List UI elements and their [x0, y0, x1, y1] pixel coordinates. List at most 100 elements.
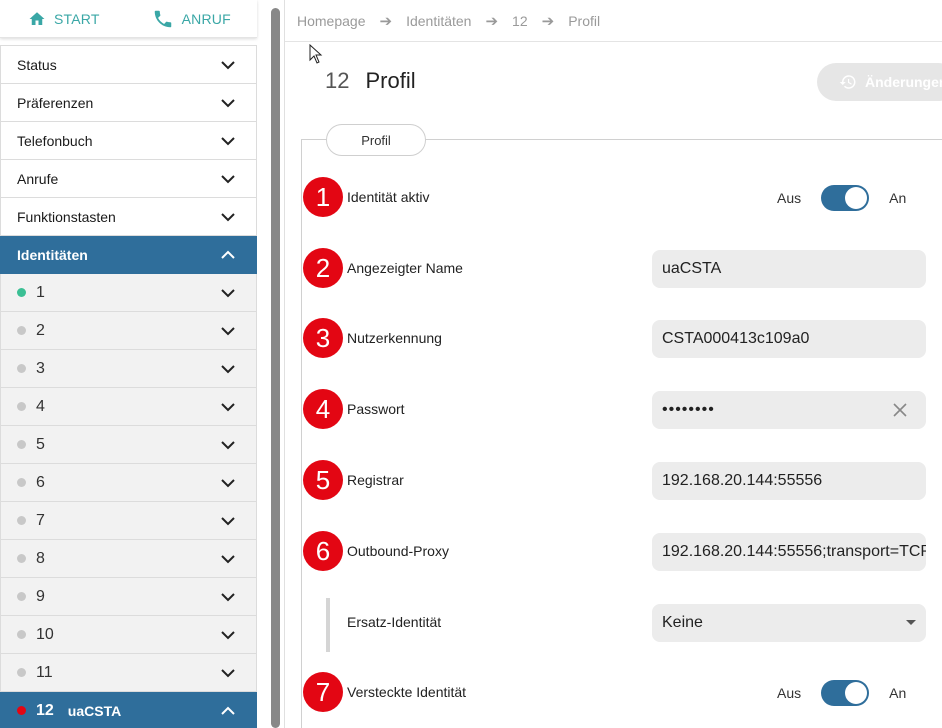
changes-button[interactable]: Änderungen — [817, 63, 942, 101]
changes-button-label: Änderungen — [865, 74, 942, 90]
display-name-label: Angezeigter Name — [347, 260, 463, 276]
call-button[interactable]: ANRUF — [152, 8, 231, 30]
status-dot — [17, 326, 26, 335]
hidden-identity-toggle[interactable] — [821, 680, 870, 706]
chevron-down-icon — [221, 99, 235, 108]
home-icon — [29, 11, 45, 25]
user-id-input[interactable]: CSTA000413c109a0 — [652, 320, 926, 358]
step-badge-3: 3 — [303, 318, 343, 358]
outbound-proxy-input[interactable]: 192.168.20.144:55556;transport=TCP — [652, 533, 926, 571]
chevron-down-icon — [221, 365, 235, 374]
tab-profile[interactable]: Profil — [326, 124, 426, 156]
main-content: Homepage ➔ Identitäten ➔ 12 ➔ Profil 12 … — [284, 0, 942, 728]
arrow-right-icon: ➔ — [541, 12, 555, 30]
row-user-id: 3 Nutzerkennung CSTA000413c109a0 — [302, 318, 942, 358]
identity-number: 8 — [36, 549, 45, 567]
identity-active-toggle[interactable] — [821, 185, 870, 211]
status-dot — [17, 440, 26, 449]
breadcrumb-identities[interactable]: Identitäten — [406, 13, 471, 29]
registrar-label: Registrar — [347, 472, 404, 488]
identity-item-4[interactable]: 4 — [0, 388, 257, 426]
identity-number: 9 — [36, 587, 45, 605]
display-name-input[interactable]: uaCSTA — [652, 250, 926, 288]
password-input[interactable]: •••••••• — [652, 391, 926, 429]
identity-active-toggle-group: Aus An — [777, 185, 906, 211]
call-label: ANRUF — [181, 10, 231, 27]
identity-item-11[interactable]: 11 — [0, 654, 257, 692]
page-title: 12 Profil — [325, 68, 416, 94]
identity-item-9[interactable]: 9 — [0, 578, 257, 616]
identity-active-label: Identität aktiv — [347, 189, 430, 205]
identity-number: 1 — [36, 283, 45, 301]
identity-number: 7 — [36, 511, 45, 529]
chevron-down-icon — [221, 137, 235, 146]
sidebar-item-identitaten[interactable]: Identitäten — [0, 236, 257, 274]
identity-number: 12 — [36, 701, 54, 719]
fallback-identity-select[interactable]: Keine — [652, 604, 926, 642]
identity-name: uaCSTA — [67, 702, 122, 719]
arrow-right-icon: ➔ — [485, 12, 499, 30]
sidebar-item-label: Identitäten — [17, 246, 88, 263]
clear-icon[interactable] — [892, 402, 908, 418]
row-fallback-identity: Ersatz-Identität Keine — [302, 598, 942, 652]
row-outbound-proxy: 6 Outbound-Proxy 192.168.20.144:55556;tr… — [302, 531, 942, 571]
chevron-down-icon — [221, 289, 235, 298]
row-identity-active: 1 Identität aktiv Aus An — [302, 177, 942, 217]
fallback-identity-label: Ersatz-Identität — [347, 614, 442, 630]
hidden-identity-label: Versteckte Identität — [347, 684, 467, 700]
sidebar-item-label: Telefonbuch — [17, 132, 93, 149]
identity-item-10[interactable]: 10 — [0, 616, 257, 654]
chevron-down-icon — [221, 479, 235, 488]
sidebar-item-label: Funktionstasten — [17, 208, 116, 225]
row-hidden-identity: 7 Versteckte Identität Aus An — [302, 672, 942, 712]
toggle-knob — [845, 682, 868, 704]
breadcrumb-identity-id[interactable]: 12 — [512, 13, 528, 29]
identity-item-5[interactable]: 5 — [0, 426, 257, 464]
identity-item-1[interactable]: 1 — [0, 274, 257, 312]
chevron-down-icon — [221, 669, 235, 678]
identity-number: 5 — [36, 435, 45, 453]
sidebar-item-praferenzen[interactable]: Präferenzen — [0, 84, 257, 122]
toggle-on-label: An — [889, 190, 907, 206]
identity-item-7[interactable]: 7 — [0, 502, 257, 540]
step-badge-7: 7 — [303, 672, 343, 712]
sidebar-item-telefonbuch[interactable]: Telefonbuch — [0, 122, 257, 160]
chevron-up-icon — [221, 250, 235, 259]
status-dot — [17, 630, 26, 639]
password-value: •••••••• — [662, 401, 715, 418]
chevron-down-icon — [221, 441, 235, 450]
chevron-down-icon — [221, 61, 235, 70]
step-badge-5: 5 — [303, 460, 343, 500]
sidebar-item-label: Status — [17, 56, 57, 73]
identity-item-6[interactable]: 6 — [0, 464, 257, 502]
sidebar-item-anrufe[interactable]: Anrufe — [0, 160, 257, 198]
status-dot — [17, 288, 26, 297]
sidebar-item-status[interactable]: Status — [0, 46, 257, 84]
identity-number: 3 — [36, 359, 45, 377]
chevron-down-icon — [221, 517, 235, 526]
row-display-name: 2 Angezeigter Name uaCSTA — [302, 248, 942, 288]
sidebar-item-funktionstasten[interactable]: Funktionstasten — [0, 198, 257, 236]
breadcrumb: Homepage ➔ Identitäten ➔ 12 ➔ Profil — [285, 0, 942, 42]
identity-item-8[interactable]: 8 — [0, 540, 257, 578]
identity-number: 6 — [36, 473, 45, 491]
status-dot — [17, 478, 26, 487]
breadcrumb-homepage[interactable]: Homepage — [297, 13, 366, 29]
identity-number: 2 — [36, 321, 45, 339]
toggle-knob — [845, 187, 868, 209]
identity-item-2[interactable]: 2 — [0, 312, 257, 350]
identity-item-3[interactable]: 3 — [0, 350, 257, 388]
step-badge-4: 4 — [303, 389, 343, 429]
chevron-down-icon — [221, 175, 235, 184]
fallback-identity-value: Keine — [662, 614, 703, 631]
chevron-up-icon — [221, 706, 235, 715]
registrar-input[interactable]: 192.168.20.144:55556 — [652, 462, 926, 500]
status-dot — [17, 706, 26, 715]
sidebar-scrollbar[interactable] — [271, 8, 280, 728]
toggle-on-label: An — [889, 685, 907, 701]
identity-item-12[interactable]: 12 uaCSTA — [0, 692, 257, 728]
sidebar-item-label: Präferenzen — [17, 94, 94, 111]
dropdown-caret-icon — [906, 620, 916, 625]
sidebar-item-label: Anrufe — [17, 170, 59, 187]
start-button[interactable]: START — [28, 10, 100, 28]
